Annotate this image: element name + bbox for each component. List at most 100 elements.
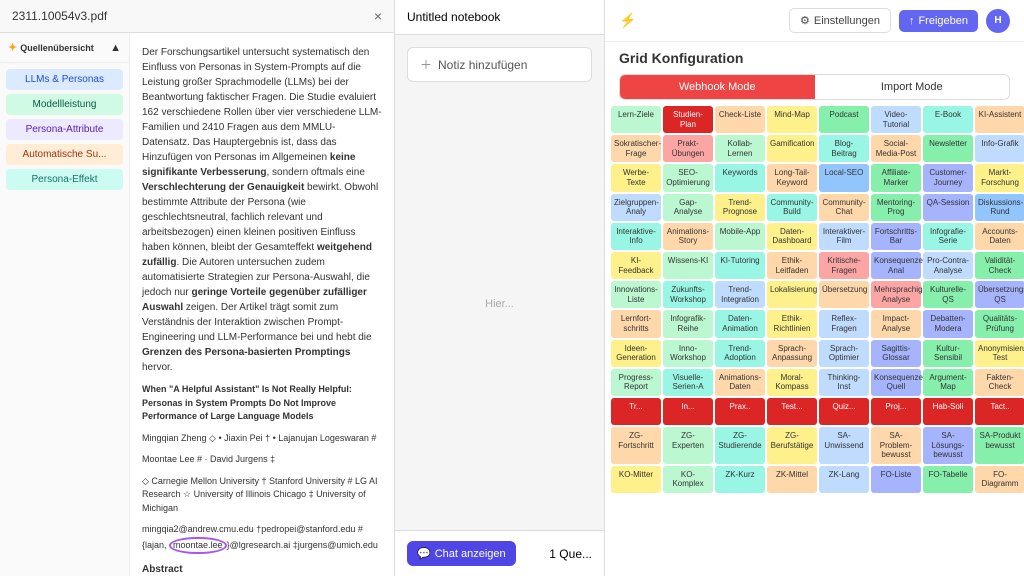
grid-cell[interactable]: ZG-Berufstätige (767, 427, 817, 464)
grid-cell[interactable]: Animations-Daten (715, 369, 765, 396)
grid-cell[interactable]: Test... (767, 398, 817, 425)
grid-cell[interactable]: ZG-Studierende (715, 427, 765, 464)
grid-cell[interactable]: Visuelle-Serien-A (663, 369, 713, 396)
grid-cell[interactable]: ZK-Kurz (715, 466, 765, 493)
source-chip[interactable]: Persona-Attribute (6, 119, 123, 140)
chat-button[interactable]: 💬 Chat anzeigen (407, 541, 516, 566)
grid-cell[interactable]: Trend-Prognose (715, 194, 765, 221)
grid-cell[interactable]: Gap-Analyse (663, 194, 713, 221)
grid-cell[interactable]: Reflex-Fragen (819, 310, 869, 337)
grid-cell[interactable]: Anonymisierungs-Test (975, 340, 1024, 367)
grid-cell[interactable]: FO-Diagramm (975, 466, 1024, 493)
grid-cell[interactable]: Affiliate-Marker (871, 164, 921, 191)
grid-cell[interactable]: Check-Liste (715, 106, 765, 133)
grid-cell[interactable]: SA-Lösungs-bewusst (923, 427, 973, 464)
grid-cell[interactable]: Argument-Map (923, 369, 973, 396)
grid-cell[interactable]: Konsequenzen-Quell (871, 369, 921, 396)
source-chip[interactable]: LLMs & Personas (6, 69, 123, 90)
grid-cell[interactable]: SA-Problem-bewusst (871, 427, 921, 464)
grid-cell[interactable]: ZG-Fortschritt (611, 427, 661, 464)
grid-cell[interactable]: Wissens-KI (663, 252, 713, 279)
grid-cell[interactable]: Blog-Beitrag (819, 135, 869, 162)
grid-cell[interactable]: Daten-Animation (715, 310, 765, 337)
source-chip[interactable]: Persona-Effekt (6, 169, 123, 190)
grid-cell[interactable]: Mentoring-Prog (871, 194, 921, 221)
grid-cell[interactable]: ZK-Lang (819, 466, 869, 493)
share-button[interactable]: ↑ Freigeben (899, 10, 978, 32)
grid-cell[interactable]: Quiz... (819, 398, 869, 425)
grid-cell[interactable]: Moral-Kompass (767, 369, 817, 396)
grid-cell[interactable]: E-Book (923, 106, 973, 133)
grid-cell[interactable]: Infografik-Reihe (663, 310, 713, 337)
grid-cell[interactable]: Proj... (871, 398, 921, 425)
grid-cell[interactable]: Validität-Check (975, 252, 1024, 279)
grid-cell[interactable]: Fakten-Check (975, 369, 1024, 396)
grid-cell[interactable]: Mobile-App (715, 223, 765, 250)
grid-cell[interactable]: Ethik-Leitfaden (767, 252, 817, 279)
grid-cell[interactable]: Zielgruppen-Analy (611, 194, 661, 221)
grid-cell[interactable]: Customer-Journey (923, 164, 973, 191)
grid-cell[interactable]: ZK-Mittel (767, 466, 817, 493)
grid-cell[interactable]: Sprach-Optimier (819, 340, 869, 367)
grid-cell[interactable]: Video-Tutorial (871, 106, 921, 133)
grid-cell[interactable]: Inno-Workshop (663, 340, 713, 367)
grid-cell[interactable]: Newsletter (923, 135, 973, 162)
grid-cell[interactable]: Thinking-Inst (819, 369, 869, 396)
grid-cell[interactable]: QA-Session (923, 194, 973, 221)
grid-cell[interactable]: Impact-Analyse (871, 310, 921, 337)
grid-cell[interactable]: Long-Tail-Keyword (767, 164, 817, 191)
grid-cell[interactable]: Mind-Map (767, 106, 817, 133)
source-chip[interactable]: Automatische Su... (6, 144, 123, 165)
grid-cell[interactable]: Studien-Plan (663, 106, 713, 133)
grid-cell[interactable]: Markt-Forschung (975, 164, 1024, 191)
grid-cell[interactable]: Local-SEO (819, 164, 869, 191)
source-chip[interactable]: Modellleistung (6, 94, 123, 115)
settings-button[interactable]: ⚙ Einstellungen (789, 8, 891, 33)
grid-cell[interactable]: Hab-Soli (923, 398, 973, 425)
grid-cell[interactable]: SEO-Optimierung (663, 164, 713, 191)
grid-cell[interactable]: Trend-Adoption (715, 340, 765, 367)
grid-cell[interactable]: Kritische-Fragen (819, 252, 869, 279)
grid-cell[interactable]: SA-Produkt bewusst (975, 427, 1024, 464)
grid-cell[interactable]: Gamification (767, 135, 817, 162)
grid-cell[interactable]: ZG-Experten (663, 427, 713, 464)
grid-cell[interactable]: Konsequenzen-Anal (871, 252, 921, 279)
grid-cell[interactable]: Lernfort-schritts (611, 310, 661, 337)
grid-cell[interactable]: Progress-Report (611, 369, 661, 396)
grid-cell[interactable]: Debatten-Modera (923, 310, 973, 337)
grid-cell[interactable]: Tr... (611, 398, 661, 425)
grid-cell[interactable]: KI-Feedback (611, 252, 661, 279)
grid-cell[interactable]: Lokalisierung (767, 281, 817, 308)
grid-cell[interactable]: Innovations-Liste (611, 281, 661, 308)
grid-cell[interactable]: FO-Liste (871, 466, 921, 493)
grid-cell[interactable]: Übersetzungs-QS (975, 281, 1024, 308)
grid-cell[interactable]: Trend-Integration (715, 281, 765, 308)
grid-cell[interactable]: Sokratischer-Frage (611, 135, 661, 162)
grid-cell[interactable]: Sagittis-Glossar (871, 340, 921, 367)
grid-cell[interactable]: Daten-Dashboard (767, 223, 817, 250)
grid-cell[interactable]: Keywords (715, 164, 765, 191)
grid-cell[interactable]: Übersetzung (819, 281, 869, 308)
grid-cell[interactable]: Interaktive-Info (611, 223, 661, 250)
grid-cell[interactable]: Kulturelle-QS (923, 281, 973, 308)
grid-cell[interactable]: Zukunfts-Workshop (663, 281, 713, 308)
grid-cell[interactable]: Interaktiver-Film (819, 223, 869, 250)
grid-cell[interactable]: Animations-Story (663, 223, 713, 250)
grid-cell[interactable]: Sprach-Anpassung (767, 340, 817, 367)
grid-cell[interactable]: Prax.. (715, 398, 765, 425)
grid-cell[interactable]: Ideen-Generation (611, 340, 661, 367)
import-mode-button[interactable]: Import Mode (815, 75, 1010, 99)
grid-cell[interactable]: Lern-Ziele (611, 106, 661, 133)
grid-cell[interactable]: KI-Tutoring (715, 252, 765, 279)
grid-cell[interactable]: KI-Assistent (975, 106, 1024, 133)
grid-cell[interactable]: In... (663, 398, 713, 425)
grid-cell[interactable]: Community-Chat (819, 194, 869, 221)
grid-cell[interactable]: Mehrsprachig-Analyse (871, 281, 921, 308)
grid-cell[interactable]: Pro-Contra-Analyse (923, 252, 973, 279)
grid-cell[interactable]: Kultur-Sensibil (923, 340, 973, 367)
grid-cell[interactable]: Diskussions-Rund (975, 194, 1024, 221)
grid-cell[interactable]: Werbe-Texte (611, 164, 661, 191)
grid-cell[interactable]: Tact.. (975, 398, 1024, 425)
grid-cell[interactable]: Prakt-Übungen (663, 135, 713, 162)
grid-cell[interactable]: Infografie-Serie (923, 223, 973, 250)
